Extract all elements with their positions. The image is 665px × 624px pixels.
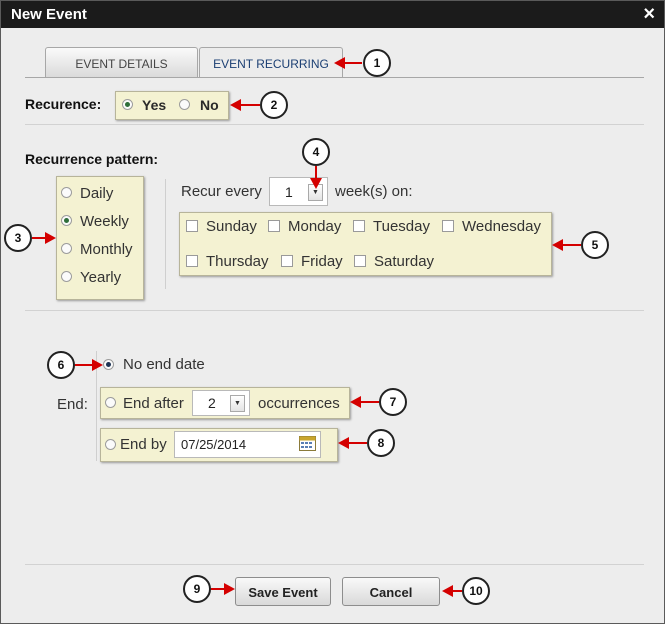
monday-label: Monday	[288, 218, 342, 235]
sunday-label: Sunday	[206, 218, 257, 235]
no-end-date-label: No end date	[123, 356, 205, 373]
wednesday-label: Wednesday	[462, 218, 541, 235]
tab-event-recurring[interactable]: EVENT RECURRING	[199, 47, 343, 78]
divider	[25, 564, 644, 565]
callout-9: 9	[183, 575, 211, 603]
thursday-label: Thursday	[206, 253, 269, 270]
callout-arrow	[75, 359, 103, 371]
end-by-panel: End by 07/25/2014	[100, 428, 338, 462]
callout-arrow	[211, 583, 235, 595]
close-icon[interactable]: ×	[643, 4, 655, 24]
weeks-on-label: week(s) on:	[335, 183, 413, 200]
callout-2: 2	[260, 91, 288, 119]
saturday-checkbox[interactable]	[354, 255, 366, 267]
end-after-label: End after	[123, 395, 184, 412]
callout-arrow	[442, 585, 462, 597]
pattern-yearly-radio[interactable]	[61, 271, 72, 282]
recurrence-toggle-panel: Yes No	[115, 91, 229, 120]
divider	[25, 310, 644, 311]
no-end-date-radio[interactable]	[103, 359, 114, 370]
thursday-checkbox[interactable]	[186, 255, 198, 267]
end-label: End:	[57, 396, 88, 413]
callout-arrow	[334, 57, 362, 69]
occurrences-label: occurrences	[258, 395, 340, 412]
callout-1: 1	[363, 49, 391, 77]
pattern-options-panel: Daily Weekly Monthly Yearly	[56, 176, 144, 300]
callout-8: 8	[367, 429, 395, 457]
tuesday-checkbox[interactable]	[353, 220, 365, 232]
save-event-button[interactable]: Save Event	[235, 577, 331, 606]
end-after-value: 2	[208, 395, 216, 411]
saturday-label: Saturday	[374, 253, 435, 270]
friday-checkbox[interactable]	[281, 255, 293, 267]
divider	[25, 124, 644, 125]
pattern-weekly-label: Weekly	[80, 213, 129, 230]
weekdays-panel: Sunday Monday Tuesday Wednesday Thursday…	[179, 212, 552, 276]
tuesday-label: Tuesday	[373, 218, 430, 235]
end-by-label: End by	[120, 436, 167, 453]
pattern-monthly-radio[interactable]	[61, 243, 72, 254]
callout-arrow	[552, 239, 581, 251]
pattern-yearly-label: Yearly	[80, 269, 122, 286]
callout-10: 10	[462, 577, 490, 605]
callout-6: 6	[47, 351, 75, 379]
recurrence-pattern-label: Recurrence pattern:	[25, 151, 159, 167]
calendar-icon[interactable]	[299, 436, 316, 451]
callout-7: 7	[379, 388, 407, 416]
callout-4: 4	[302, 138, 330, 166]
end-after-input[interactable]: 2 ▼	[192, 390, 250, 416]
recurrence-no-label: No	[200, 97, 219, 113]
tab-event-details[interactable]: EVENT DETAILS	[45, 47, 198, 78]
sunday-checkbox[interactable]	[186, 220, 198, 232]
pattern-separator	[165, 179, 166, 289]
pattern-daily-radio[interactable]	[61, 187, 72, 198]
recurrence-yes-label: Yes	[142, 97, 167, 113]
callout-arrow	[32, 232, 56, 244]
cancel-button[interactable]: Cancel	[342, 577, 440, 606]
end-by-date-value: 07/25/2014	[181, 437, 247, 452]
end-by-date-input[interactable]: 07/25/2014	[174, 431, 321, 458]
new-event-dialog: New Event × EVENT DETAILS EVENT RECURRIN…	[0, 0, 665, 624]
end-after-panel: End after 2 ▼ occurrences	[100, 387, 350, 419]
pattern-weekly-radio[interactable]	[61, 215, 72, 226]
pattern-daily-label: Daily	[80, 185, 114, 202]
friday-label: Friday	[301, 253, 343, 270]
end-after-radio[interactable]	[105, 397, 116, 408]
wednesday-checkbox[interactable]	[442, 220, 454, 232]
recurrence-yes-radio[interactable]	[122, 99, 133, 110]
recurrence-no-radio[interactable]	[179, 99, 190, 110]
recurrence-label: Recurence:	[25, 96, 102, 112]
end-by-radio[interactable]	[105, 439, 116, 450]
recur-every-value: 1	[285, 184, 293, 200]
callout-arrow	[338, 437, 367, 449]
callout-3: 3	[4, 224, 32, 252]
monday-checkbox[interactable]	[268, 220, 280, 232]
pattern-monthly-label: Monthly	[80, 241, 133, 258]
dialog-title: New Event	[11, 6, 87, 23]
callout-arrow	[350, 396, 379, 408]
callout-5: 5	[581, 231, 609, 259]
recur-every-label: Recur every	[181, 183, 262, 200]
callout-arrow	[310, 166, 322, 189]
title-bar: New Event ×	[1, 1, 664, 28]
callout-arrow	[230, 99, 260, 111]
end-after-spinner-icon[interactable]: ▼	[230, 395, 245, 412]
tab-divider	[25, 77, 644, 78]
